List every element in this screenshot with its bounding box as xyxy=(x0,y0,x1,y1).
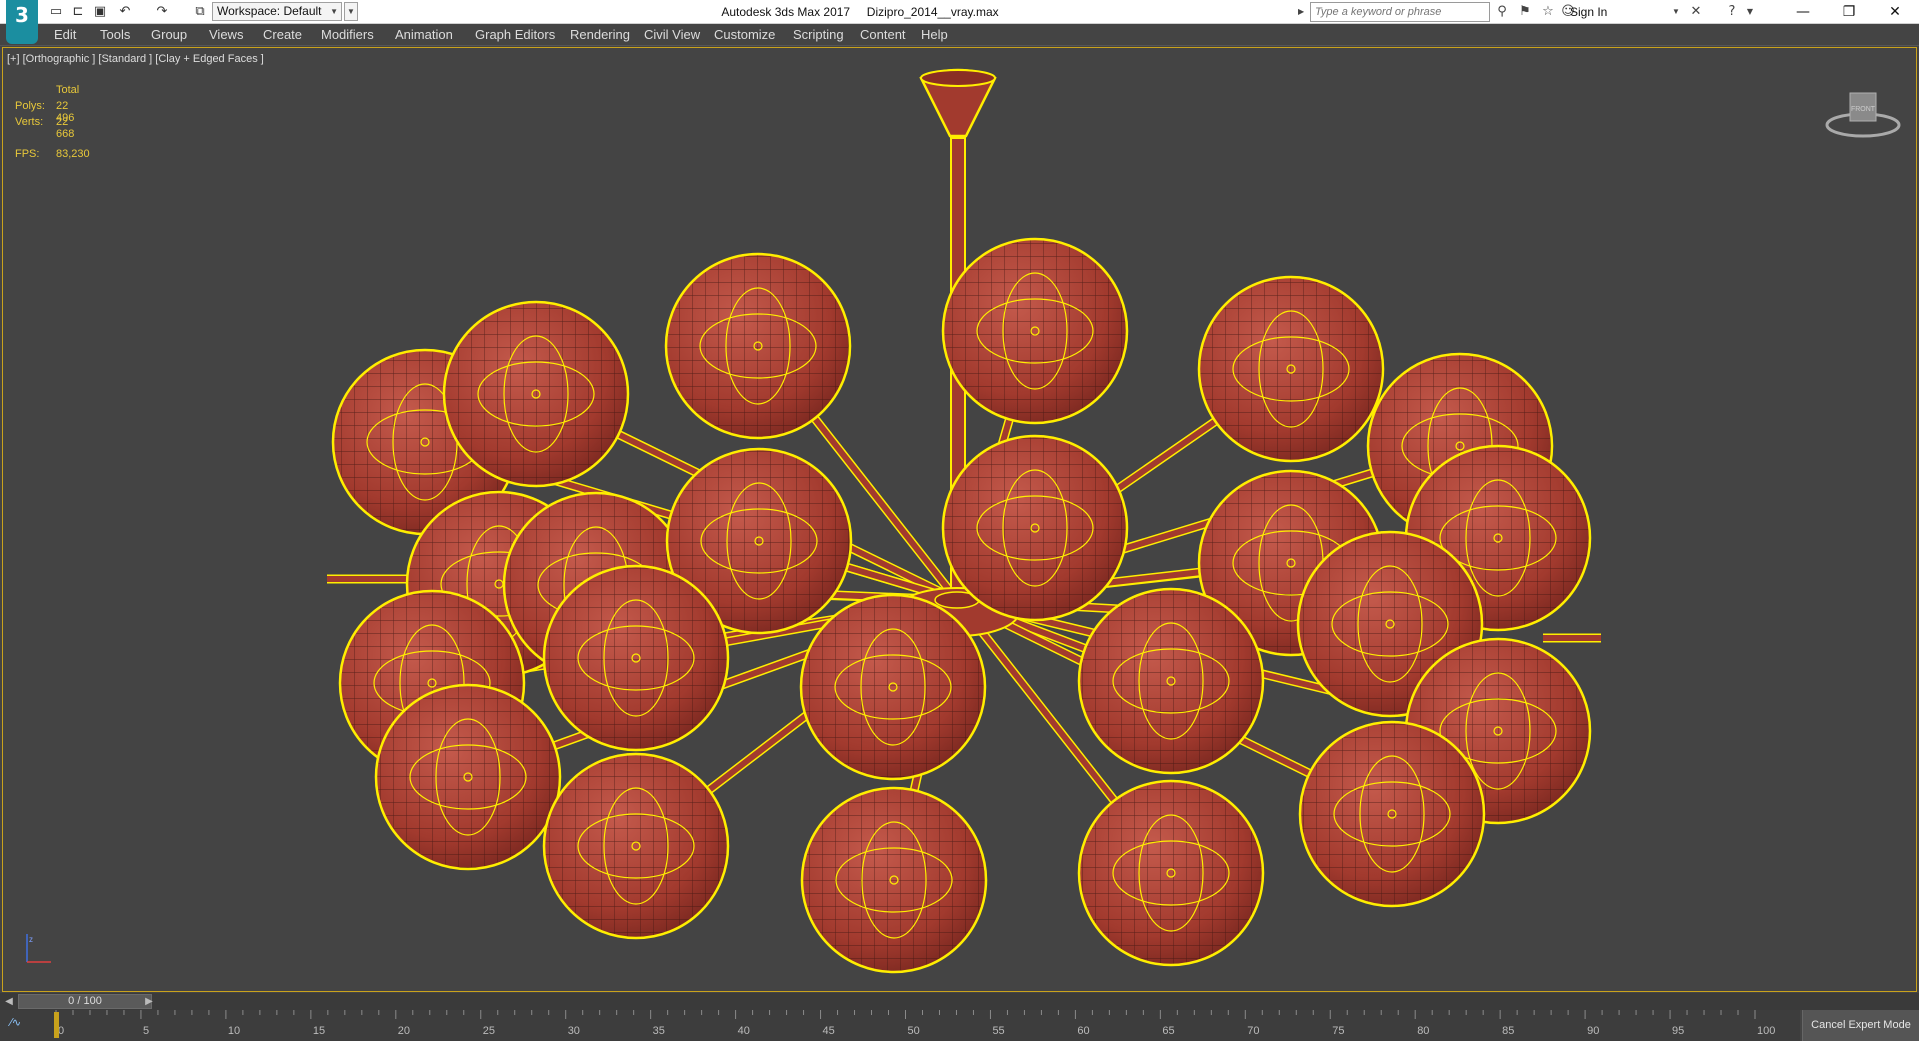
restore-button[interactable]: ❐ xyxy=(1826,0,1872,24)
stats-verts-value: 22 668 xyxy=(56,116,75,140)
menu-customize[interactable]: Customize xyxy=(714,24,775,46)
timeline-tick-label: 30 xyxy=(568,1025,580,1037)
cancel-expert-mode-button[interactable]: Cancel Expert Mode xyxy=(1802,1010,1919,1041)
glass-globe xyxy=(374,683,562,871)
glass-globe xyxy=(799,593,987,781)
timeline-tick-label: 15 xyxy=(313,1025,325,1037)
project-folder-icon[interactable]: ⧉ xyxy=(190,2,210,22)
timeline-tick-label: 5 xyxy=(143,1025,149,1037)
time-slider-prev-button[interactable]: ◀ xyxy=(2,994,16,1009)
glass-globe xyxy=(1197,275,1385,463)
menu-animation[interactable]: Animation xyxy=(395,24,453,46)
timeline-tick-label: 50 xyxy=(908,1025,920,1037)
timeline-tick-label: 70 xyxy=(1247,1025,1259,1037)
menu-views[interactable]: Views xyxy=(209,24,243,46)
glass-globe xyxy=(542,564,730,752)
glass-globe xyxy=(1077,779,1265,967)
menu-tools[interactable]: Tools xyxy=(100,24,130,46)
current-frame-marker[interactable] xyxy=(54,1012,59,1038)
quick-access-customize-button[interactable]: ▼ xyxy=(344,2,358,21)
app-logo-button[interactable]: 3 xyxy=(6,0,38,44)
glass-globe xyxy=(664,252,852,440)
menu-civil-view[interactable]: Civil View xyxy=(644,24,700,46)
glass-globe xyxy=(800,786,988,974)
chandelier-scene[interactable] xyxy=(3,48,1918,993)
timeline-ruler[interactable]: 0 5 10 15 20 25 30 35 40 45 50 55 60 65 70 75 80 85 90 95 10… xyxy=(46,1010,1790,1041)
menu-modifiers[interactable]: Modifiers xyxy=(321,24,374,46)
glass-globe xyxy=(1298,720,1486,908)
track-bar[interactable]: ⁄∿ 0 5 10 15 20 25 30 35 40 45 50 55 60 65 70 75 80 85 90 9… xyxy=(0,1010,1800,1041)
close-button[interactable]: ✕ xyxy=(1872,0,1918,24)
timeline-tick-label: 40 xyxy=(738,1025,750,1037)
workspace-label: Workspace: Default xyxy=(217,4,322,18)
sign-in-button[interactable]: Sign In xyxy=(1570,2,1607,22)
open-file-icon[interactable]: ⊏ xyxy=(68,2,88,22)
glass-globe xyxy=(941,434,1129,622)
timeline-tick-label: 45 xyxy=(823,1025,835,1037)
help-icon[interactable]: ? xyxy=(1722,2,1742,22)
z-axis-letter: z xyxy=(29,935,33,944)
title-bar: 3 ▭ ⊏ ▣ ↶ ↷ ⧉ Workspace: Default ▼ ▼ Aut… xyxy=(0,0,1919,44)
time-slider[interactable]: ◀ 0 / 100 ▶ xyxy=(0,993,1919,1010)
menu-rendering[interactable]: Rendering xyxy=(570,24,630,46)
help-chevron-down-icon[interactable]: ▼ xyxy=(1740,2,1760,22)
menu-scripting[interactable]: Scripting xyxy=(793,24,844,46)
stats-fps-value: 83,230 xyxy=(56,148,90,160)
time-slider-thumb[interactable]: 0 / 100 xyxy=(18,994,152,1009)
curve-editor-icon[interactable]: ⁄∿ xyxy=(10,1016,34,1032)
timeline-tick-label: 35 xyxy=(653,1025,665,1037)
menu-group[interactable]: Group xyxy=(151,24,187,46)
redo-icon[interactable]: ↷ xyxy=(152,2,172,22)
glass-globe xyxy=(542,752,730,940)
search-expand-icon[interactable]: ▶ xyxy=(1298,2,1308,22)
stats-verts-label: Verts: xyxy=(15,116,44,128)
save-icon[interactable]: ▣ xyxy=(90,2,110,22)
viewcube[interactable]: FRONT xyxy=(1823,83,1903,143)
timeline-tick-label: 85 xyxy=(1502,1025,1514,1037)
subscription-icon[interactable]: ⚑ xyxy=(1515,2,1535,22)
stats-header: Total xyxy=(56,84,80,96)
timeline-tick-label: 55 xyxy=(992,1025,1004,1037)
timeline-tick-label: 20 xyxy=(398,1025,410,1037)
orthographic-viewport[interactable]: [+] [Orthographic ] [Standard ] [Clay + … xyxy=(2,47,1917,992)
binoculars-icon[interactable]: ⚲ xyxy=(1492,2,1512,22)
timeline-tick-label: 60 xyxy=(1077,1025,1089,1037)
exchange-apps-icon[interactable]: ✕ xyxy=(1686,2,1706,22)
stats-polys-label: Polys: xyxy=(15,100,45,112)
timeline-tick-label: 75 xyxy=(1332,1025,1344,1037)
time-slider-next-button[interactable]: ▶ xyxy=(142,994,156,1009)
menu-edit[interactable]: Edit xyxy=(54,24,76,46)
timeline-tick-label: 100 xyxy=(1757,1025,1775,1037)
minimize-button[interactable]: — xyxy=(1780,0,1826,24)
glass-globe xyxy=(442,300,630,488)
favorites-star-icon[interactable]: ☆ xyxy=(1538,2,1558,22)
timeline-tick-label: 90 xyxy=(1587,1025,1599,1037)
undo-icon[interactable]: ↶ xyxy=(115,2,135,22)
chevron-down-icon[interactable]: ▼ xyxy=(1672,2,1680,22)
glass-globe xyxy=(1077,587,1265,775)
glass-globe xyxy=(941,237,1129,425)
stats-fps-label: FPS: xyxy=(15,148,40,160)
new-file-icon[interactable]: ▭ xyxy=(46,2,66,22)
timeline-tick-label: 25 xyxy=(483,1025,495,1037)
timeline-tick-label: 10 xyxy=(228,1025,240,1037)
axis-tripod: z xyxy=(26,934,51,963)
menu-help[interactable]: Help xyxy=(921,24,948,46)
timeline-tick-label: 80 xyxy=(1417,1025,1429,1037)
search-input[interactable] xyxy=(1310,2,1490,22)
timeline-tick-label: 95 xyxy=(1672,1025,1684,1037)
menu-content[interactable]: Content xyxy=(860,24,906,46)
timeline-tick-label: 65 xyxy=(1162,1025,1174,1037)
window-title: Autodesk 3ds Max 2017 Dizipro_2014__vray… xyxy=(721,5,999,19)
menu-bar: Edit Tools Group Views Create Modifiers … xyxy=(0,24,1919,46)
canopy-rim xyxy=(920,69,996,87)
chevron-down-icon: ▼ xyxy=(330,7,338,16)
viewport-label-menu[interactable]: [+] [Orthographic ] [Standard ] [Clay + … xyxy=(7,53,264,65)
menu-graph-editors[interactable]: Graph Editors xyxy=(475,24,555,46)
workspace-select[interactable]: Workspace: Default ▼ xyxy=(212,2,342,21)
menu-create[interactable]: Create xyxy=(263,24,302,46)
viewcube-face-label: FRONT xyxy=(1851,106,1876,113)
